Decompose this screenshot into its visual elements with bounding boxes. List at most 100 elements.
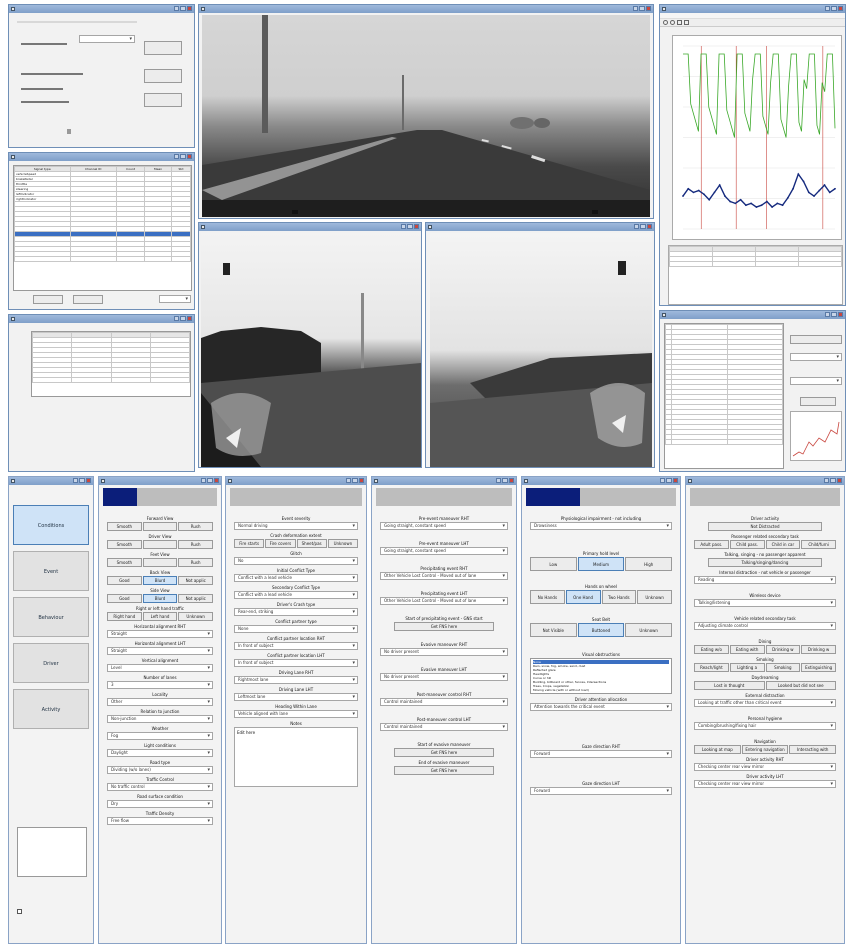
table-row[interactable] xyxy=(14,256,191,262)
close-button[interactable] xyxy=(646,224,652,229)
minimize-button[interactable] xyxy=(174,316,180,321)
minimize-button[interactable] xyxy=(824,478,830,483)
sidebar-item-event[interactable]: Event xyxy=(13,551,89,591)
crash-extent-button-0[interactable]: Fire starts xyxy=(234,539,265,548)
maximize-button[interactable] xyxy=(666,478,672,483)
control-btn-2[interactable] xyxy=(144,69,182,83)
signal-row[interactable] xyxy=(665,439,783,445)
condition-dropdown[interactable]: Level xyxy=(107,664,213,672)
gaze-rht-dropdown[interactable]: Forward xyxy=(530,750,672,758)
close-button[interactable] xyxy=(186,316,192,321)
view-1-button-1[interactable] xyxy=(142,540,178,549)
condition-dropdown[interactable]: Straight xyxy=(107,630,213,638)
close-button[interactable] xyxy=(645,6,651,11)
view-0-button-1[interactable] xyxy=(142,522,178,531)
navigation-button-1[interactable]: Entering navigation xyxy=(741,745,789,754)
event-dropdown[interactable]: Leftmost lane xyxy=(234,693,358,701)
view-5-button-1[interactable]: Left hand xyxy=(142,612,178,621)
hygiene-dropdown[interactable]: Combing/brushing/fixing hair xyxy=(694,722,836,730)
passenger-button-2[interactable]: Child in car xyxy=(765,540,801,549)
condition-dropdown[interactable]: Free flow xyxy=(107,817,213,825)
view-1-button-2[interactable]: Rush xyxy=(178,540,214,549)
hold-button-1[interactable]: Medium xyxy=(577,557,625,571)
minimize-button[interactable] xyxy=(634,224,640,229)
maximize-button[interactable] xyxy=(831,312,837,317)
selector-dd-2[interactable] xyxy=(790,377,842,385)
visual-list-item[interactable]: Parked vehicle xyxy=(533,692,669,693)
navigation-button-2[interactable]: Interacting with xyxy=(789,745,837,754)
daydream-button-1[interactable]: Looked but did not see xyxy=(765,681,836,690)
slider-handle[interactable] xyxy=(67,129,71,134)
minimize-button[interactable] xyxy=(496,478,502,483)
minimize-button[interactable] xyxy=(73,478,79,483)
list-filter-select[interactable] xyxy=(159,295,191,303)
close-button[interactable] xyxy=(837,312,843,317)
minimize-button[interactable] xyxy=(401,224,407,229)
event-dropdown[interactable]: Vehicle aligned with lane xyxy=(234,710,358,718)
talking-button[interactable]: Talking/singing/dancing xyxy=(708,558,822,567)
condition-dropdown[interactable]: Fog xyxy=(107,732,213,740)
minimize-button[interactable] xyxy=(174,6,180,11)
signal-selector-table[interactable] xyxy=(665,324,783,445)
close-button[interactable] xyxy=(836,478,842,483)
dining-button-2[interactable]: Drinking w xyxy=(765,645,801,654)
view-2-button-0[interactable]: Smooth xyxy=(107,558,142,567)
maximize-button[interactable] xyxy=(639,6,645,11)
event-dropdown[interactable]: Conflict with a lead vehicle xyxy=(234,574,358,582)
visual-obstruction-list[interactable]: None Rain, snow, fog, smoke, sand, dust Re… xyxy=(530,658,672,694)
navigation-button-0[interactable]: Looking at map xyxy=(694,745,741,754)
condition-dropdown[interactable]: Other xyxy=(107,698,213,706)
daydream-button-0[interactable]: Lost in thought xyxy=(694,681,765,690)
activity-rht-dropdown[interactable]: Checking center rear view mirror xyxy=(694,763,836,771)
maximize-button[interactable] xyxy=(207,478,213,483)
maximize-button[interactable] xyxy=(407,224,413,229)
condition-dropdown[interactable]: Non-junction xyxy=(107,715,213,723)
get-fns-start-button[interactable]: Get FNS here xyxy=(394,622,494,631)
view-4-button-1[interactable]: Blurd xyxy=(142,594,178,603)
maximize-button[interactable] xyxy=(640,224,646,229)
hold-button-0[interactable]: Low xyxy=(530,557,577,571)
maximize-button[interactable] xyxy=(180,154,186,159)
evasive-dropdown[interactable]: No driver present xyxy=(380,673,508,681)
event-dropdown[interactable]: In front of subject xyxy=(234,642,358,650)
attention-dropdown[interactable]: Attention towards the critical event xyxy=(530,703,672,711)
sidebar-checkbox[interactable] xyxy=(17,909,22,914)
event-dropdown[interactable]: No xyxy=(234,557,358,565)
external-dropdown[interactable]: Looking at traffic other than critical e… xyxy=(694,699,836,707)
evasive-dropdown[interactable]: No driver present xyxy=(380,648,508,656)
not-distracted-button[interactable]: Not Distracted xyxy=(708,522,822,531)
maximize-button[interactable] xyxy=(180,6,186,11)
selector-apply-button[interactable] xyxy=(800,397,836,406)
activity-lht-dropdown[interactable]: Checking center rear view mirror xyxy=(694,780,836,788)
vehicle-task-dropdown[interactable]: Adjusting climate control xyxy=(694,622,836,630)
close-button[interactable] xyxy=(186,154,192,159)
view-5-button-0[interactable]: Right hand xyxy=(107,612,142,621)
gaze-lht-dropdown[interactable]: Forward xyxy=(530,787,672,795)
view-3-button-1[interactable]: Blurd xyxy=(142,576,178,585)
close-button[interactable] xyxy=(413,224,419,229)
smoking-button-2[interactable]: Smoking xyxy=(765,663,801,672)
sidebar-item-behaviour[interactable]: Behaviour xyxy=(13,597,89,637)
crash-extent-button-2[interactable]: Sheet/pas xyxy=(296,539,327,548)
cursor-icon[interactable] xyxy=(684,20,689,25)
view-5-button-2[interactable]: Unknown xyxy=(178,612,214,621)
condition-dropdown[interactable]: Daylight xyxy=(107,749,213,757)
close-button[interactable] xyxy=(672,478,678,483)
hold-button-2[interactable]: High xyxy=(625,557,673,571)
view-3-button-2[interactable]: Not applic xyxy=(178,576,214,585)
dining-button-0[interactable]: Eating w/o xyxy=(694,645,729,654)
evasive-dropdown[interactable]: Control maintained xyxy=(380,698,508,706)
event-dropdown[interactable]: Rightmost lane xyxy=(234,676,358,684)
minimize-button[interactable] xyxy=(633,6,639,11)
get-fns-evasive-end-button[interactable]: Get FNS here xyxy=(394,766,494,775)
hands-button-3[interactable]: Unknown xyxy=(637,590,672,604)
condition-dropdown[interactable]: 3 xyxy=(107,681,213,689)
selector-dd-1[interactable] xyxy=(790,353,842,361)
zoom-in-icon[interactable] xyxy=(663,20,668,25)
smoking-button-3[interactable]: Extinguishing xyxy=(801,663,836,672)
maneuver-dropdown[interactable]: Other Vehicle Lost Control - Moved out o… xyxy=(380,572,508,580)
close-button[interactable] xyxy=(837,6,843,11)
impairment-dropdown[interactable]: Drowsiness xyxy=(530,522,672,530)
maximize-button[interactable] xyxy=(830,478,836,483)
list-btn-1[interactable] xyxy=(33,295,63,304)
